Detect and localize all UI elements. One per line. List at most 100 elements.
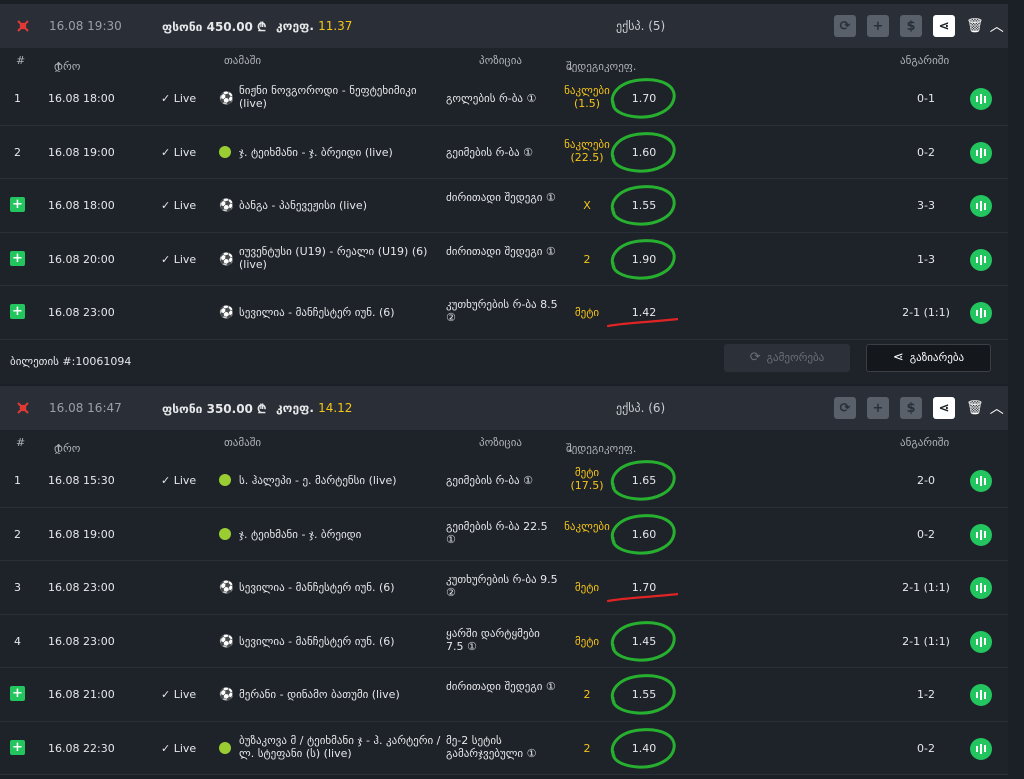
share-icon: ⋖	[892, 350, 904, 365]
table-row: +16.08 22:30 ✓ Live ბუზაკოვა მ / ტეიხმანი …	[0, 721, 1008, 775]
match-name[interactable]: მერანი - დინამო ბათუმი (live)	[239, 688, 444, 701]
market-name: ძირითადი შედეგი ①	[446, 191, 556, 204]
market-name: კუთხურების რ-ბა 8.5 ②	[446, 298, 558, 324]
match-name[interactable]: სევილია - მანჩესტერ იუნ. (6)	[239, 635, 444, 648]
odds-value: 1.65	[631, 474, 657, 487]
stats-icon[interactable]	[970, 88, 992, 110]
match-name[interactable]: ჯ. ტეიხმანი - ჯ. ბრეიდი	[239, 528, 444, 541]
col-result: ანგარიში	[900, 54, 950, 67]
repeat-button[interactable]: ⟳ გამეორება	[724, 343, 850, 372]
stats-icon[interactable]	[970, 195, 992, 217]
expand-plus-icon[interactable]: +	[10, 197, 25, 212]
tennis-ball-icon	[219, 145, 231, 158]
col-game: თამაში	[224, 54, 262, 67]
odds-value: 1.55	[631, 199, 657, 212]
stats-icon[interactable]	[970, 737, 992, 760]
table-row: +16.08 21:00 ✓ Live ⚽ მერანი - დინამო ბათუმ…	[0, 668, 1008, 722]
column-headers: # დრო ↑ თამაში პოზიცია შედეგიკოეფ. ↓ ანგ…	[0, 48, 1008, 73]
ticket-2: 16.08 16:47 ფსონი 350.00 ₾ კოეფ. 14.12 ე…	[0, 386, 1008, 775]
share-icon[interactable]: ⋖	[933, 397, 955, 419]
ticket-datetime: 16.08 16:47	[49, 401, 122, 415]
ticket-tools: ⟳ + $ ⋖ 🗑 ︿	[834, 397, 1004, 419]
market-name: ძირითადი შედეგი ①	[446, 680, 556, 693]
expand-plus-icon[interactable]: +	[10, 739, 25, 755]
match-name[interactable]: ს. ჰალეპი - ე. მარტენსი (live)	[239, 474, 444, 487]
tennis-ball-icon	[219, 527, 231, 540]
bet-history-page: 16.08 19:30 ფსონი 450.00 ₾ კოეფ. 11.37 ე…	[0, 0, 1024, 779]
share-button[interactable]: ⋖ გაზიარება	[866, 343, 991, 372]
market-name: ძირითადი შედეგი ①	[446, 244, 556, 258]
row-number: 1	[14, 92, 21, 105]
col-game: თამაში	[224, 436, 262, 449]
repeat-icon: ⟳	[749, 350, 761, 365]
expand-plus-icon[interactable]: +	[10, 250, 25, 266]
odds-value: 1.42	[631, 306, 657, 319]
stats-icon[interactable]	[970, 248, 992, 271]
match-name[interactable]: სევილია - მანჩესტერ იუნ. (6)	[239, 581, 444, 594]
add-icon[interactable]: +	[867, 15, 889, 37]
repeat-icon[interactable]: ⟳	[834, 15, 856, 37]
match-name[interactable]: ბუზაკოვა მ / ტეიხმანი ჯ - ჰ. კარტერი / ლ…	[239, 734, 444, 760]
row-date: 16.08 23:00	[48, 581, 115, 594]
score: 0-2	[917, 527, 935, 541]
stats-icon[interactable]	[970, 684, 992, 706]
stats-icon[interactable]	[970, 577, 992, 599]
ticket-header: 16.08 16:47 ფსონი 350.00 ₾ კოეფ. 14.12 ე…	[0, 386, 1008, 430]
expand-plus-icon[interactable]: +	[10, 686, 25, 701]
table-row: 1 16.08 15:30 ✓ Live ს. ჰალეპი - ე. მარტენს…	[0, 454, 1008, 508]
row-date: 16.08 19:00	[48, 145, 115, 159]
live-badge: ✓ Live	[161, 199, 197, 212]
expand-plus-icon[interactable]: +	[10, 304, 25, 319]
table-row: 4 16.08 23:00 ⚽ სევილია - მანჩესტერ იუნ. (6…	[0, 614, 1008, 668]
row-number: 2	[14, 527, 21, 541]
match-name[interactable]: სევილია - მანჩესტერ იუნ. (6)	[239, 306, 444, 319]
chevron-up-icon[interactable]: ︿	[990, 16, 1004, 36]
row-number: 2	[14, 145, 21, 159]
stats-icon[interactable]	[970, 141, 992, 164]
ticket-stake: ფსონი 350.00 ₾	[162, 401, 267, 416]
ticket-id: ბილეთის #:10061094	[10, 354, 132, 368]
soccer-ball-icon: ⚽	[219, 687, 234, 701]
score: 0-1	[917, 92, 935, 105]
ticket-type: ექსპ. (6)	[616, 401, 666, 415]
odds-value: 1.40	[631, 741, 657, 755]
score: 0-2	[917, 741, 935, 755]
table-row: +16.08 18:00 ✓ Live ⚽ ბანგა - პანევეჟისი (l…	[0, 179, 1008, 233]
row-date: 16.08 20:00	[48, 252, 115, 266]
lost-status-icon	[17, 402, 29, 414]
table-row: 1 16.08 18:00 ✓ Live ⚽ ნიჟნი ნოვგოროდი - ნეფ…	[0, 72, 1008, 126]
trash-icon[interactable]: 🗑	[966, 18, 984, 34]
ticket-total-odds: კოეფ. 14.12	[276, 401, 353, 415]
repeat-icon[interactable]: ⟳	[834, 397, 856, 419]
ticket-1: 16.08 19:30 ფსონი 450.00 ₾ კოეფ. 11.37 ე…	[0, 4, 1008, 384]
lost-status-icon	[17, 20, 29, 32]
cashout-icon[interactable]: $	[900, 397, 922, 419]
row-number: 4	[14, 634, 21, 648]
score: 2-1 (1:1)	[902, 581, 950, 594]
live-badge: ✓ Live	[161, 252, 197, 266]
stats-icon[interactable]	[970, 630, 992, 653]
match-name[interactable]: ნიჟნი ნოვგოროდი - ნეფტეხიმიკი (live)	[239, 84, 444, 110]
share-icon[interactable]: ⋖	[933, 15, 955, 37]
row-date: 16.08 23:00	[48, 634, 115, 648]
score: 2-1 (1:1)	[902, 306, 950, 319]
match-name[interactable]: ბანგა - პანევეჟისი (live)	[239, 199, 444, 212]
stats-icon[interactable]	[970, 523, 992, 546]
market-name: კუთხურების რ-ბა 9.5 ②	[446, 573, 558, 599]
match-name[interactable]: ჯ. ტეიხმანი - ჯ. ბრეიდი (live)	[239, 146, 444, 159]
tennis-ball-icon	[219, 741, 231, 754]
stats-icon[interactable]	[970, 470, 992, 492]
add-icon[interactable]: +	[867, 397, 889, 419]
ticket-stake: ფსონი 450.00 ₾	[162, 19, 267, 34]
cashout-icon[interactable]: $	[900, 15, 922, 37]
chevron-up-icon[interactable]: ︿	[990, 398, 1004, 418]
ticket-rows: 1 16.08 18:00 ✓ Live ⚽ ნიჟნი ნოვგოროდი - ნეფ…	[0, 72, 1008, 340]
row-date: 16.08 21:00	[48, 688, 115, 701]
row-date: 16.08 18:00	[48, 92, 115, 105]
match-name[interactable]: იუვენტუსი (U19) - რეალი (U19) (6) (live)	[239, 245, 444, 271]
market-name: გეიმების რ-ბა ①	[446, 474, 533, 487]
live-badge: ✓ Live	[161, 474, 197, 487]
trash-icon[interactable]: 🗑	[966, 400, 984, 416]
score: 1-2	[917, 688, 935, 701]
stats-icon[interactable]	[970, 302, 992, 324]
